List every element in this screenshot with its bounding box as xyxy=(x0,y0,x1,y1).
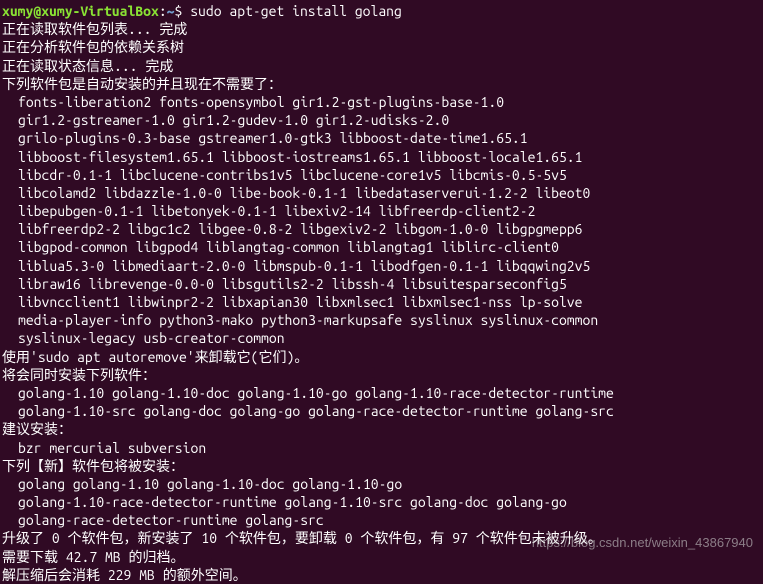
package-list-item: libepubgen-0.1-1 libetonyek-0.1-1 libexi… xyxy=(2,202,761,220)
prompt-colon: : xyxy=(159,3,167,19)
cwd-path: ~ xyxy=(167,3,175,19)
prompt-line: xumy@xumy-VirtualBox:~$ sudo apt-get ins… xyxy=(2,2,761,20)
package-list-item: syslinux-legacy usb-creator-common xyxy=(2,329,761,347)
user-host: xumy@xumy-VirtualBox xyxy=(2,3,159,19)
package-list-item: golang-1.10-race-detector-runtime golang… xyxy=(2,493,761,511)
watermark-text: https://blog.csdn.net/weixin_43867940 xyxy=(532,535,753,552)
output-line: 建议安装： xyxy=(2,420,761,438)
output-line: 下列软件包是自动安装的并且现在不需要了： xyxy=(2,75,761,93)
package-list-item: libvncclient1 libwinpr2-2 libxapian30 li… xyxy=(2,293,761,311)
package-list-item: grilo-plugins-0.3-base gstreamer1.0-gtk3… xyxy=(2,129,761,147)
package-list-item: libfreerdp2-2 libgc1c2 libgee-0.8-2 libg… xyxy=(2,220,761,238)
output-line: 正在分析软件包的依赖关系树 xyxy=(2,38,761,56)
package-list-item: libgpod-common libgpod4 liblangtag-commo… xyxy=(2,238,761,256)
terminal-window[interactable]: xumy@xumy-VirtualBox:~$ sudo apt-get ins… xyxy=(2,2,761,584)
output-line: 将会同时安装下列软件： xyxy=(2,366,761,384)
package-list-item: libcolamd2 libdazzle-1.0-0 libe-book-0.1… xyxy=(2,184,761,202)
package-list-item: media-player-info python3-mako python3-m… xyxy=(2,311,761,329)
command-text: sudo apt-get install golang xyxy=(190,3,402,19)
package-list-item: gir1.2-gstreamer-1.0 gir1.2-gudev-1.0 gi… xyxy=(2,111,761,129)
package-list-item: libboost-filesystem1.65.1 libboost-iostr… xyxy=(2,148,761,166)
package-list-item: libraw16 librevenge-0.0-0 libsgutils2-2 … xyxy=(2,275,761,293)
package-list-item: fonts-liberation2 fonts-opensymbol gir1.… xyxy=(2,93,761,111)
package-list-item: golang-1.10-src golang-doc golang-go gol… xyxy=(2,402,761,420)
package-list-item: libcdr-0.1-1 libclucene-contribs1v5 libc… xyxy=(2,166,761,184)
package-list-item: liblua5.3-0 libmediaart-2.0-0 libmspub-0… xyxy=(2,257,761,275)
output-line: 下列【新】软件包将被安装： xyxy=(2,457,761,475)
output-line: 正在读取状态信息... 完成 xyxy=(2,57,761,75)
package-list-item: bzr mercurial subversion xyxy=(2,439,761,457)
package-list-item: golang-race-detector-runtime golang-src xyxy=(2,511,761,529)
package-list-item: golang-1.10 golang-1.10-doc golang-1.10-… xyxy=(2,384,761,402)
output-line: 使用'sudo apt autoremove'来卸载它(它们)。 xyxy=(2,348,761,366)
package-list-item: golang golang-1.10 golang-1.10-doc golan… xyxy=(2,475,761,493)
output-line: 解压缩后会消耗 229 MB 的额外空间。 xyxy=(2,566,761,584)
prompt-dollar: $ xyxy=(175,3,191,19)
output-line: 正在读取软件包列表... 完成 xyxy=(2,20,761,38)
